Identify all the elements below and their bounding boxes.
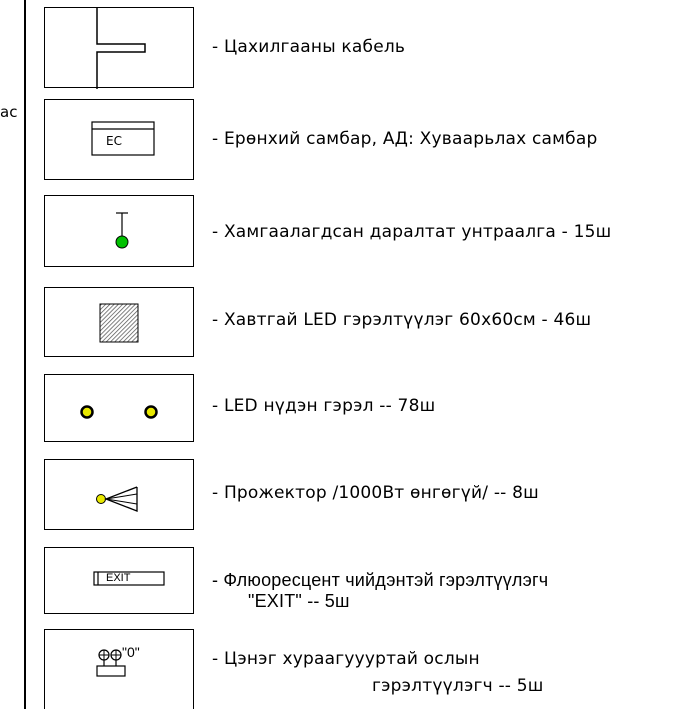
emergency-label: "0" bbox=[122, 644, 140, 660]
edge-fragment-text: ac bbox=[0, 103, 18, 121]
legend-desc-exit-line1: - Флюоресцент чийдэнтэй гэрэлтүүлэгч bbox=[212, 570, 549, 590]
panel-symbol-box: EC bbox=[44, 99, 194, 180]
legend-desc-exit: - Флюоресцент чийдэнтэй гэрэлтүүлэгч "EX… bbox=[212, 570, 548, 612]
exit-symbol-box: EXIT bbox=[44, 547, 194, 614]
legend-desc-emergency-line1: - Цэнэг хураагуууртай ослын bbox=[212, 649, 480, 669]
exit-label: EXIT bbox=[106, 572, 131, 584]
led-panel-icon bbox=[99, 303, 139, 343]
legend-desc-emergency: - Цэнэг хураагуууртай ослын гэрэлтүүлэгч… bbox=[212, 649, 544, 696]
legend-desc-emergency-line2: гэрэлтүүлэгч -- 5ш bbox=[372, 676, 544, 696]
led-eye-icon bbox=[80, 405, 158, 419]
projector-icon bbox=[96, 486, 138, 512]
cable-symbol-box bbox=[44, 7, 194, 89]
legend-desc-exit-line2: "EXIT" -- 5ш bbox=[248, 591, 350, 611]
switch-symbol-box bbox=[44, 195, 194, 267]
led-panel-symbol-box bbox=[44, 287, 194, 357]
legend-desc-led-eye: - LED нүдэн гэрэл -- 78ш bbox=[212, 396, 436, 416]
legend-desc-panel: - Ерөнхий самбар, АД: Хуваарьлах самбар bbox=[212, 129, 598, 149]
cable-icon bbox=[96, 8, 146, 89]
legend-desc-led-panel: - Хавтгай LED гэрэлтүүлэг 60x60см - 46ш bbox=[212, 310, 592, 330]
emergency-symbol-box: "0" bbox=[44, 629, 194, 709]
frame-border bbox=[24, 0, 26, 709]
led-eye-symbol-box bbox=[44, 374, 194, 442]
emergency-light-icon bbox=[96, 649, 126, 677]
projector-symbol-box bbox=[44, 459, 194, 530]
switch-icon bbox=[115, 212, 129, 249]
panel-label: EC bbox=[106, 134, 122, 148]
legend-desc-projector: - Прожектор /1000Вт өнгөгүй/ -- 8ш bbox=[212, 483, 539, 503]
legend-desc-switch: - Хамгаалагдсан даралтат унтраалга - 15ш bbox=[212, 222, 612, 242]
legend-desc-cable: - Цахилгааны кабель bbox=[212, 37, 406, 57]
